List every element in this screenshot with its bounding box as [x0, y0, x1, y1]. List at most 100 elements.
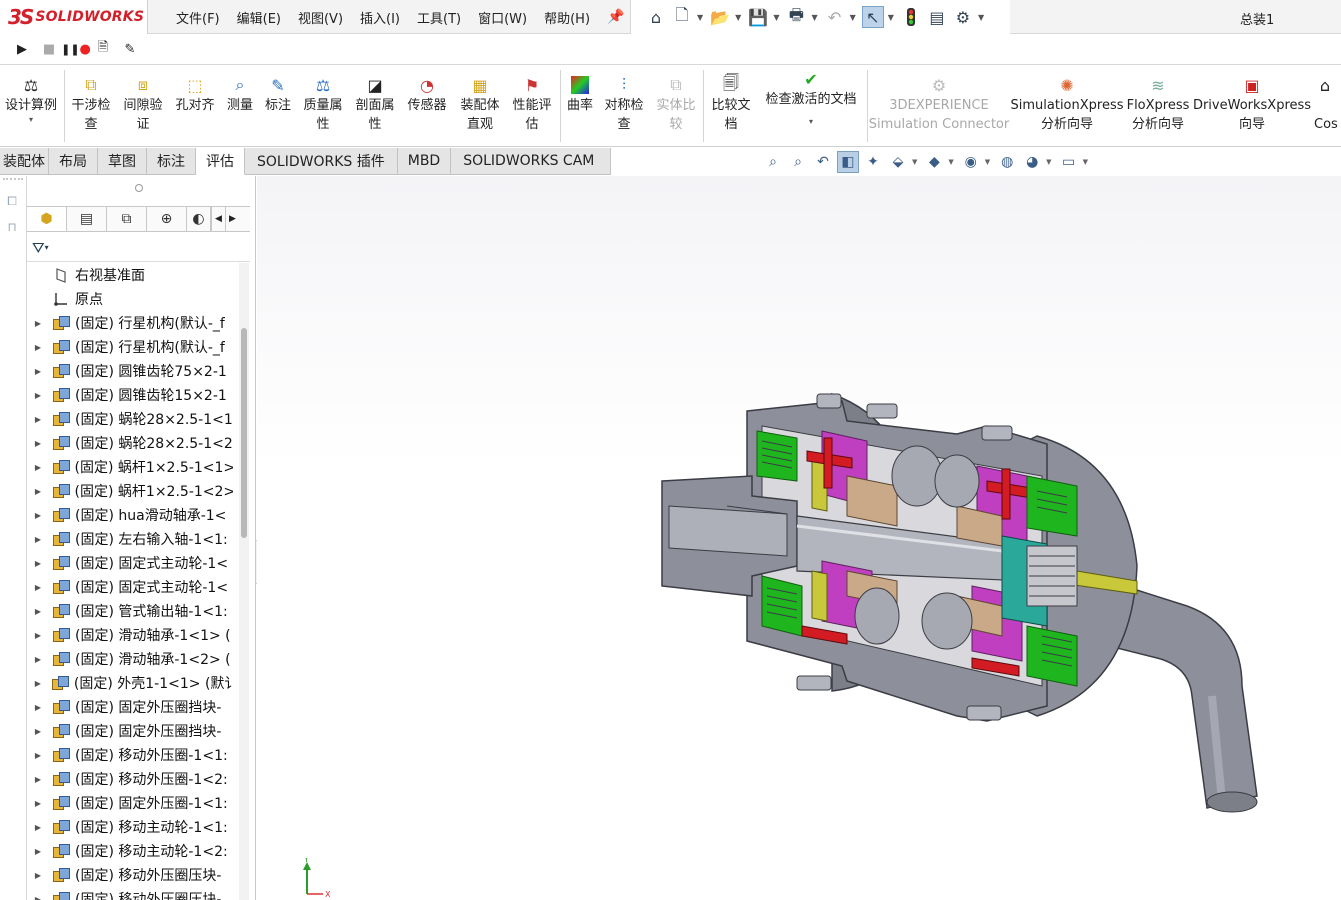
tree-item-right-plane[interactable]: 右视基准面 [27, 263, 233, 287]
design-study-button[interactable]: ⚖ 设计算例 ▾ [0, 66, 62, 146]
tree-item-component[interactable]: ▶ (固定) 移动外压圈压块- [27, 863, 233, 887]
tree-item-component[interactable]: ▶ (固定) 行星机构(默认-_f [27, 311, 233, 335]
view-orientation-dropdown-icon[interactable]: ▼ [912, 158, 917, 166]
options-icon[interactable]: ⚙ [952, 6, 974, 28]
graphics-area[interactable]: Y X [257, 176, 1341, 900]
expand-arrow-icon[interactable]: ▶ [31, 415, 45, 424]
tree-item-component[interactable]: ▶ (固定) 固定外压圈挡块- [27, 719, 233, 743]
performance-evaluation-button[interactable]: ⚑ 性能评 估 [507, 66, 557, 146]
record-pause-macro-icon[interactable]: ❚❚ ● [61, 37, 91, 61]
tree-item-component[interactable]: ▶ (固定) 圆锥齿轮15×2-1 [27, 383, 233, 407]
home-icon[interactable]: ⌂ [645, 6, 667, 28]
expand-arrow-icon[interactable]: ▶ [31, 583, 45, 592]
expand-arrow-icon[interactable]: ▶ [31, 391, 45, 400]
markup-button[interactable]: ✎ 标注 [260, 66, 296, 146]
measure-button[interactable]: ⌕ 测量 [222, 66, 258, 146]
zoom-to-fit-icon[interactable]: ⌕ [762, 151, 784, 173]
feature-manager-tab-icon[interactable]: ⬢ [27, 207, 67, 231]
menu-window[interactable]: 窗口(W) [478, 8, 527, 27]
property-manager-tab-icon[interactable]: ▤ [67, 207, 107, 231]
assembly-section-model[interactable] [257, 176, 1341, 900]
floxpress-button[interactable]: ≋ FloXpress 分析向导 [1125, 66, 1191, 146]
design-study-dropdown-icon[interactable]: ▾ [29, 115, 33, 125]
new-macro-icon[interactable]: 🗎 [91, 37, 115, 61]
menu-file[interactable]: 文件(F) [176, 8, 220, 27]
expand-arrow-icon[interactable]: ▶ [31, 559, 45, 568]
undo-icon[interactable]: ↶ [824, 6, 846, 28]
tree-item-component[interactable]: ▶ (固定) 移动外压圈压块- [27, 887, 233, 900]
expand-arrow-icon[interactable]: ▶ [31, 343, 45, 352]
expand-arrow-icon[interactable]: ▶ [31, 751, 45, 760]
select-icon[interactable]: ↖ [861, 6, 884, 28]
edit-appearance-icon[interactable]: ◍ [996, 151, 1018, 173]
save-dropdown-icon[interactable]: ▼ [773, 13, 779, 22]
tree-item-component[interactable]: ▶ (固定) 移动外压圈-1<2: [27, 767, 233, 791]
tab-evaluate[interactable]: 评估 [196, 148, 245, 175]
expand-arrow-icon[interactable]: ▶ [31, 487, 45, 496]
new-document-icon[interactable]: 🗋 [671, 5, 693, 28]
tree-item-component[interactable]: ▶ (固定) 固定式主动轮-1< [27, 575, 233, 599]
tab-mbd[interactable]: MBD [397, 148, 452, 175]
expand-arrow-icon[interactable]: ▶ [31, 463, 45, 472]
select-dropdown-icon[interactable]: ▼ [888, 13, 894, 22]
open-icon[interactable]: 📂 [709, 6, 731, 28]
apply-scene-dropdown-icon[interactable]: ▼ [1046, 158, 1051, 166]
options-dropdown-icon[interactable]: ▼ [978, 13, 984, 22]
view-settings-icon[interactable]: ▭ [1058, 151, 1080, 173]
menu-tools[interactable]: 工具(T) [417, 8, 461, 27]
tree-item-component[interactable]: ▶ (固定) 滑动轴承-1<2> ( [27, 647, 233, 671]
filter-dropdown-icon[interactable]: ▾ [45, 243, 49, 252]
print-icon[interactable]: 🖶 [785, 5, 807, 28]
expand-arrow-icon[interactable]: ▶ [31, 823, 45, 832]
play-macro-icon[interactable]: ▶ [10, 37, 34, 61]
tree-item-component[interactable]: ▶ (固定) 固定外压圈挡块- [27, 695, 233, 719]
section-view-icon[interactable]: ◧ [837, 151, 859, 173]
symmetry-check-button[interactable]: ⫶ 对称检 查 [600, 66, 648, 146]
expand-arrow-icon[interactable]: ▶ [31, 439, 45, 448]
undo-dropdown-icon[interactable]: ▼ [850, 13, 856, 22]
expand-arrow-icon[interactable]: ▶ [31, 511, 45, 520]
display-manager-tab-icon[interactable]: ◐ [187, 207, 211, 231]
tree-item-origin[interactable]: 原点 [27, 287, 233, 311]
view-orientation-icon[interactable]: ⬙ [887, 151, 909, 173]
new-dropdown-icon[interactable]: ▼ [697, 13, 703, 22]
assembly-visualization-button[interactable]: ▦ 装配体 直观 [455, 66, 505, 146]
expand-arrow-icon[interactable]: ▶ [31, 775, 45, 784]
menu-help[interactable]: 帮助(H) [544, 8, 590, 27]
feature-tree-scrollbar[interactable] [239, 263, 249, 900]
tree-item-component[interactable]: ▶ (固定) 蜗杆1×2.5-1<1> [27, 455, 233, 479]
step-icon[interactable]: ⊓ [2, 220, 22, 240]
edit-macro-icon[interactable]: ✎ [118, 37, 142, 61]
pin-icon[interactable]: 📌 [607, 9, 624, 25]
check-active-document-button[interactable]: ✔ 检查激活的文档 ▾ [758, 66, 864, 146]
expand-arrow-icon[interactable]: ▶ [31, 655, 45, 664]
tree-item-component[interactable]: ▶ (固定) hua滑动轴承-1< [27, 503, 233, 527]
stop-macro-icon[interactable]: ■ [37, 37, 61, 61]
tab-layout[interactable]: 布局 [49, 148, 98, 175]
save-icon[interactable]: 💾 [747, 6, 769, 28]
curvature-button[interactable]: 曲率 [563, 66, 597, 146]
tree-item-component[interactable]: ▶ (固定) 圆锥齿轮75×2-1 [27, 359, 233, 383]
driveworksxpress-button[interactable]: ▣ DriveWorksXpress 向导 [1193, 66, 1311, 146]
tree-item-component[interactable]: ▶ (固定) 滑动轴承-1<1> ( [27, 623, 233, 647]
zoom-to-area-icon[interactable]: ⌕ [787, 151, 809, 173]
expand-arrow-icon[interactable]: ▶ [31, 703, 45, 712]
dynamic-annotation-icon[interactable]: ✦ [862, 151, 884, 173]
display-style-dropdown-icon[interactable]: ▼ [948, 158, 953, 166]
open-dropdown-icon[interactable]: ▼ [735, 13, 741, 22]
tree-item-component[interactable]: ▶ (固定) 蜗杆1×2.5-1<2> [27, 479, 233, 503]
tree-item-component[interactable]: ▶ (固定) 移动主动轮-1<1: [27, 815, 233, 839]
check-active-dropdown-icon[interactable]: ▾ [809, 117, 813, 127]
expand-arrow-icon[interactable]: ▶ [31, 847, 45, 856]
print-dropdown-icon[interactable]: ▼ [811, 13, 817, 22]
costing-button[interactable]: ⌂ Cos [1314, 66, 1341, 146]
menu-view[interactable]: 视图(V) [298, 8, 343, 27]
tabs-scroll-left-icon[interactable]: ◀ [211, 207, 225, 231]
menu-edit[interactable]: 编辑(E) [237, 8, 281, 27]
compare-documents-button[interactable]: 🗐 比较文 档 [706, 66, 756, 146]
display-style-icon[interactable]: ◆ [923, 151, 945, 173]
expand-arrow-icon[interactable]: ▶ [31, 679, 45, 688]
tab-solidworks-cam[interactable]: SOLIDWORKS CAM [451, 148, 612, 175]
panel-grip-icon[interactable] [135, 184, 143, 192]
tree-item-component[interactable]: ▶ (固定) 移动外压圈-1<1: [27, 743, 233, 767]
